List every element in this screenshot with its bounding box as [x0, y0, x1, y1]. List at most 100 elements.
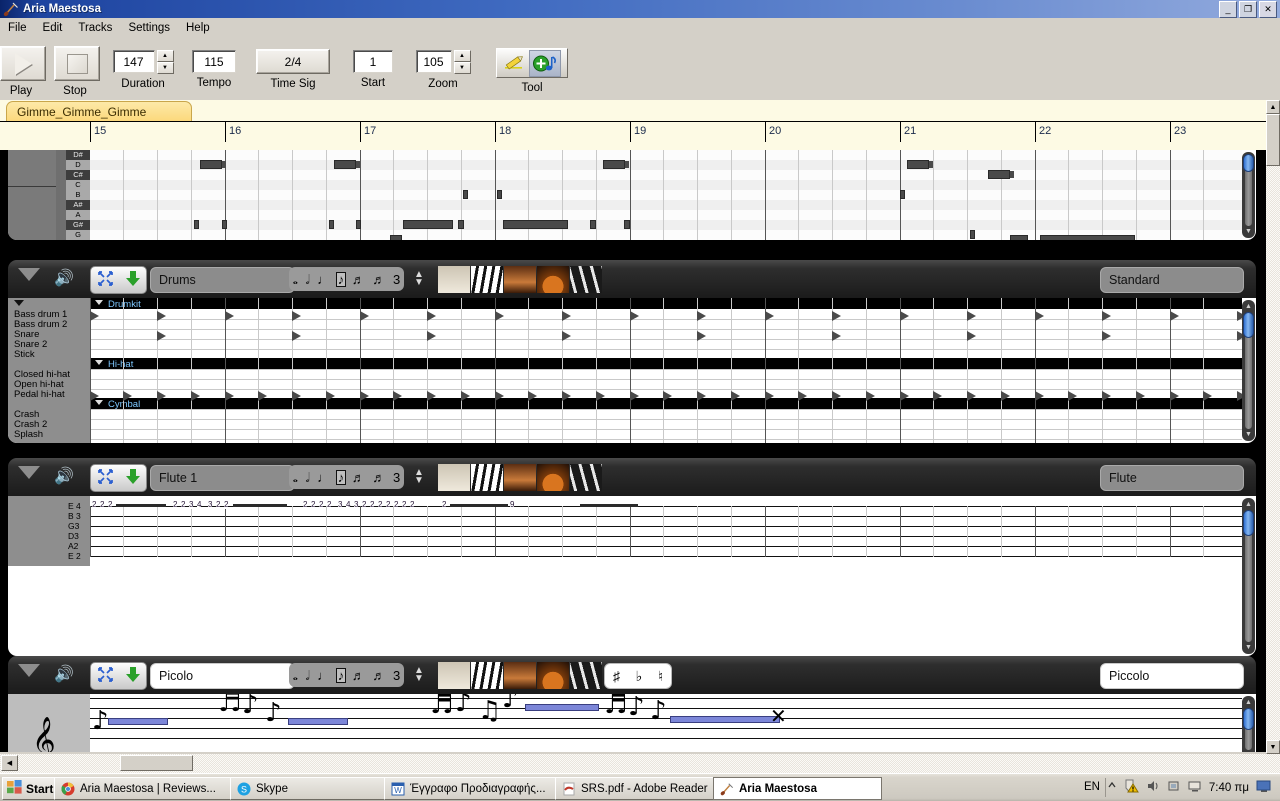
duration-stepper[interactable]: ▲ ▼	[411, 664, 427, 686]
drum-note[interactable]	[731, 391, 740, 401]
drum-note[interactable]	[697, 331, 706, 341]
piano-note[interactable]	[334, 160, 360, 169]
drum-note[interactable]	[191, 391, 200, 401]
score-note-bar[interactable]	[288, 718, 348, 725]
drum-note[interactable]	[765, 391, 774, 401]
scroll-down-arrow[interactable]: ▼	[1243, 750, 1254, 752]
drum-note[interactable]	[90, 311, 99, 321]
tab-fret-number[interactable]: 2	[108, 500, 113, 509]
piano-note[interactable]	[900, 190, 905, 199]
piano-note[interactable]	[988, 170, 1014, 179]
picolo-staff[interactable]: ♪ ♬ ♪ ♪ ♬ ♪ ♫ ♪ ♬ ♪ ♪ ✕	[90, 694, 1242, 752]
network-icon[interactable]	[1167, 779, 1181, 796]
duration-eighth-icon[interactable]: ♪	[335, 271, 347, 287]
timesig-button[interactable]: 2/4	[256, 49, 330, 74]
speaker-icon[interactable]: 🔊	[54, 467, 80, 487]
scroll-down-arrow[interactable]: ▼	[1243, 642, 1254, 653]
drum-note[interactable]	[258, 391, 267, 401]
menu-help[interactable]: Help	[178, 20, 218, 36]
drum-note[interactable]	[157, 311, 166, 321]
drum-note[interactable]	[1102, 391, 1111, 401]
tab-fret-number[interactable]: 2	[303, 500, 308, 509]
flute-track-name[interactable]: Flute 1	[150, 465, 295, 491]
start-input[interactable]: 1	[353, 50, 393, 73]
pencil-icon[interactable]	[499, 51, 529, 76]
view-controller-icon[interactable]	[570, 662, 602, 689]
measure-ruler[interactable]: 15 16 17 18 19 20 21 22 23	[0, 121, 1266, 144]
piano-note[interactable]	[222, 220, 227, 229]
drums-instrument-selector[interactable]: Standard	[1100, 267, 1244, 293]
drum-note[interactable]	[798, 391, 807, 401]
duration-thirtysecond-icon[interactable]: ♬	[371, 669, 386, 682]
drum-note[interactable]	[933, 391, 942, 401]
scroll-thumb[interactable]	[1243, 312, 1254, 338]
menu-edit[interactable]: Edit	[35, 20, 71, 36]
piano-note[interactable]	[603, 160, 629, 169]
zoom-spin-up[interactable]: ▲	[453, 50, 471, 62]
piano-note[interactable]	[503, 220, 568, 229]
score-note[interactable]: ♪	[650, 698, 667, 724]
duration-whole-icon[interactable]: 𝅝	[292, 669, 299, 682]
drums-grid[interactable]: Drumkit Hi-hat Cymbal	[90, 298, 1246, 443]
view-drums-icon[interactable]	[537, 662, 569, 689]
track-resize-button[interactable]	[90, 464, 147, 492]
drum-note[interactable]	[225, 391, 234, 401]
drum-note[interactable]	[1170, 391, 1179, 401]
duration-half-icon[interactable]: 𝅗𝅥	[305, 669, 311, 682]
tab-fret-number[interactable]: 2	[216, 500, 221, 509]
drum-note[interactable]	[461, 391, 470, 401]
scroll-up-arrow[interactable]: ▲	[1243, 697, 1254, 708]
pianoroll-grid[interactable]	[90, 150, 1242, 240]
track-resize-button[interactable]	[90, 662, 147, 690]
natural-icon[interactable]: ♮	[658, 668, 663, 685]
scroll-thumb[interactable]	[1243, 154, 1254, 172]
editor-view-selector[interactable]	[438, 662, 602, 689]
scroll-up-arrow[interactable]: ▲	[1243, 301, 1254, 312]
scroll-down-arrow[interactable]: ▼	[1266, 740, 1280, 754]
view-pianoroll-icon[interactable]	[471, 464, 503, 491]
duration-sixteenth-icon[interactable]: ♬	[351, 273, 366, 286]
duration-whole-icon[interactable]: 𝅝	[292, 471, 299, 484]
drum-note[interactable]	[123, 391, 132, 401]
scroll-thumb[interactable]	[1243, 510, 1254, 536]
tab-fret-number[interactable]: 4	[197, 500, 202, 509]
drum-note[interactable]	[866, 391, 875, 401]
display-icon[interactable]	[1188, 779, 1202, 796]
tab-fret-number[interactable]: 2	[378, 500, 383, 509]
drum-note[interactable]	[832, 391, 841, 401]
score-note[interactable]: ♪	[242, 694, 259, 718]
duration-thirtysecond-icon[interactable]: ♬	[371, 471, 386, 484]
view-pianoroll-icon[interactable]	[471, 266, 503, 293]
score-note[interactable]: ♪	[455, 694, 472, 716]
tab-fret-number[interactable]: 2	[319, 500, 324, 509]
zoom-input[interactable]: 105	[415, 50, 452, 73]
piano-note[interactable]	[1040, 235, 1135, 240]
drum-note[interactable]	[596, 391, 605, 401]
scroll-thumb[interactable]	[1243, 708, 1254, 730]
zoom-spinner[interactable]: ▲ ▼	[453, 50, 471, 74]
piano-note[interactable]	[356, 220, 361, 229]
score-note[interactable]: ♬	[218, 694, 241, 716]
tab-fret-number[interactable]: 2	[100, 500, 105, 509]
window-vertical-scrollbar[interactable]: ▲ ▼	[1266, 100, 1280, 754]
horizontal-scroll-thumb[interactable]	[120, 755, 193, 771]
drum-note[interactable]	[326, 391, 335, 401]
horizontal-scrollbar[interactable]: ◀	[0, 754, 1280, 773]
view-drums-icon[interactable]	[537, 266, 569, 293]
duration-stepper[interactable]: ▲ ▼	[411, 466, 427, 488]
duration-stepper[interactable]: ▲ ▼	[411, 268, 427, 290]
drum-note[interactable]	[967, 391, 976, 401]
tab-fret-number[interactable]: 3	[189, 500, 194, 509]
drum-note[interactable]	[1102, 331, 1111, 341]
drums-track-name[interactable]: Drums	[150, 267, 295, 293]
menu-tracks[interactable]: Tracks	[70, 20, 120, 36]
drum-note[interactable]	[528, 391, 537, 401]
drum-note[interactable]	[427, 391, 436, 401]
drum-note[interactable]	[427, 331, 436, 341]
drum-note[interactable]	[1170, 311, 1179, 321]
drum-note[interactable]	[630, 311, 639, 321]
drum-note[interactable]	[393, 391, 402, 401]
drum-note[interactable]	[1203, 391, 1212, 401]
play-button[interactable]	[0, 46, 46, 81]
drum-note[interactable]	[967, 311, 976, 321]
